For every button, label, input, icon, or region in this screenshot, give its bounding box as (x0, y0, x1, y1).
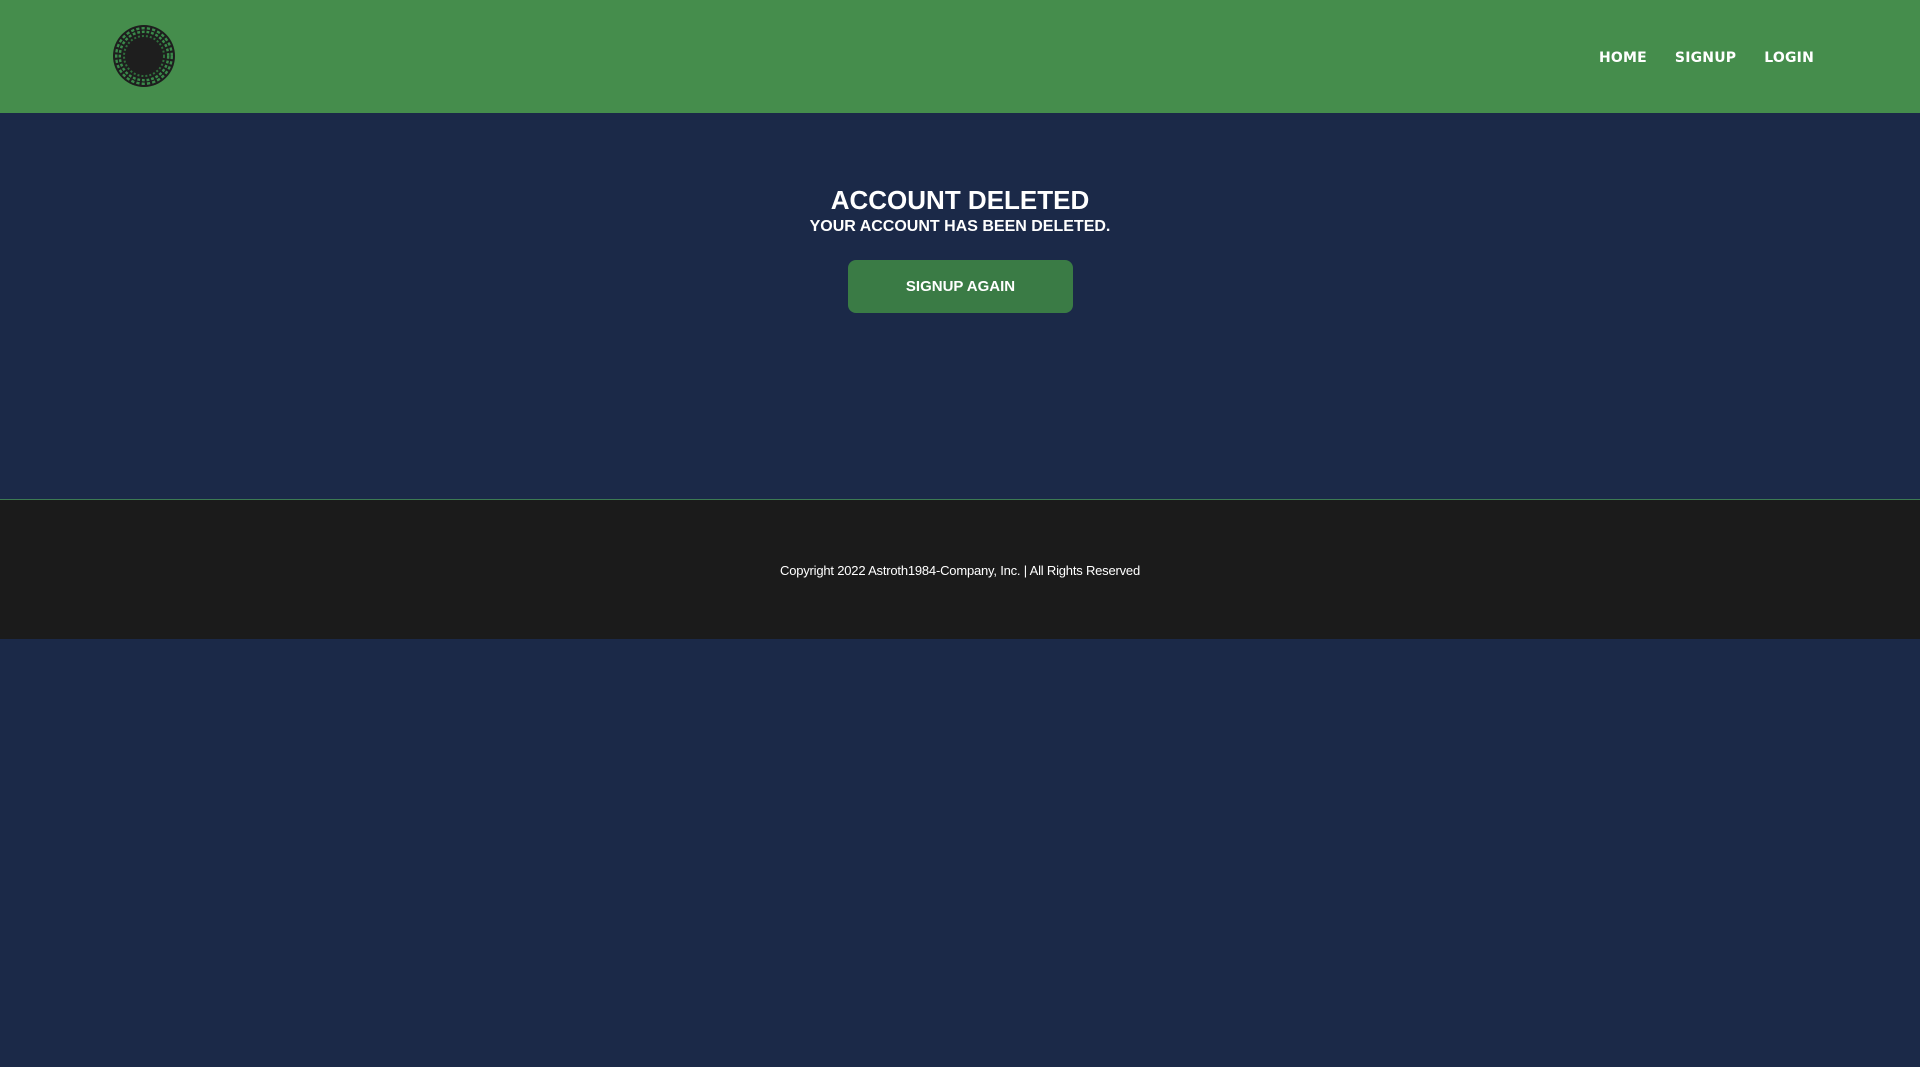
page-title: ACCOUNT DELETED (830, 185, 1090, 215)
nav-login-link[interactable]: LOGIN (1764, 50, 1814, 66)
main-content: ACCOUNT DELETED YOUR ACCOUNT HAS BEEN DE… (0, 113, 1920, 500)
main-nav: HOME SIGNUP LOGIN (1599, 50, 1814, 66)
copyright-text: Copyright 2022 Astroth1984-Company, Inc.… (780, 563, 1140, 578)
nav-home-link[interactable]: HOME (1599, 50, 1647, 66)
signup-again-button[interactable]: SIGNUP AGAIN (848, 260, 1073, 313)
nav-signup-link[interactable]: SIGNUP (1675, 50, 1736, 66)
site-header: HOME SIGNUP LOGIN (0, 0, 1920, 113)
page-subtitle: YOUR ACCOUNT HAS BEEN DELETED. (809, 218, 1111, 235)
logo-icon[interactable] (112, 24, 176, 88)
site-footer: Copyright 2022 Astroth1984-Company, Inc.… (0, 499, 1920, 639)
